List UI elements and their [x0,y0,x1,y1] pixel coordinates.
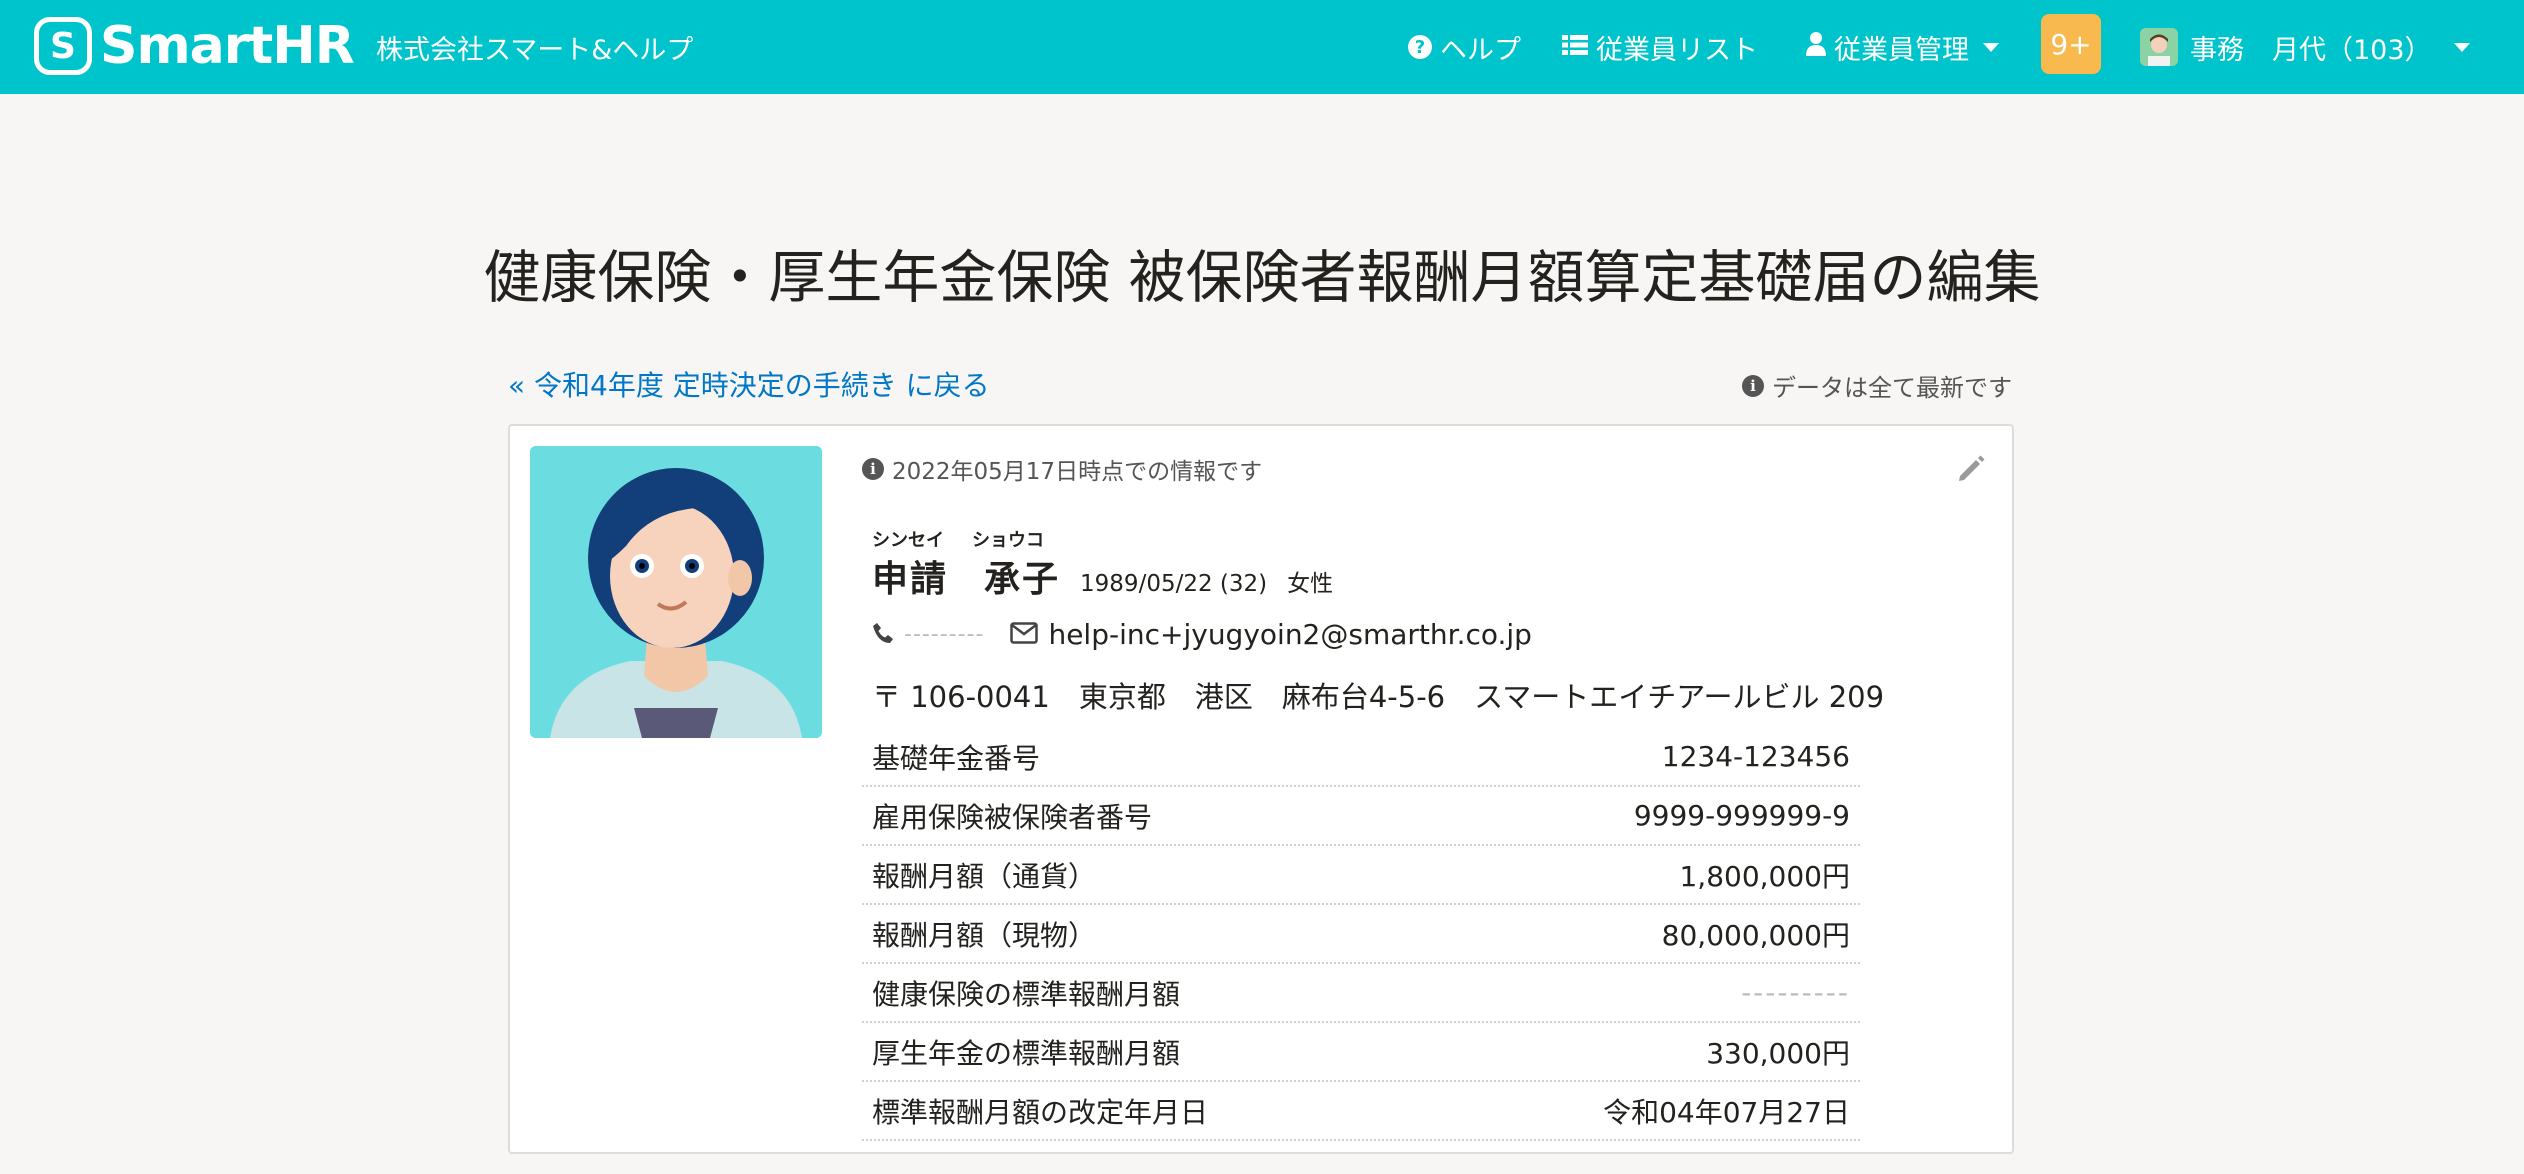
field-value: 令和04年07月27日 [1603,1095,1850,1129]
given-name-ruby: ショウコ [972,530,1044,551]
employee-list-label: 従業員リスト [1596,34,1758,66]
field-label: 標準報酬月額の改定年月日 [872,1095,1209,1129]
user-avatar [2140,28,2178,66]
field-value: 1234-123456 [1661,740,1850,773]
timestamp-text: 2022年05月17日時点での情報です [892,459,1263,485]
employee-admin-menu[interactable]: 従業員管理 [1806,0,1999,94]
top-navigation-bar: S SmartHR 株式会社スマート&ヘルプ ? ヘルプ 従業員リスト 従業員管… [0,0,2524,94]
info-icon: i [1742,374,1764,397]
user-menu[interactable]: 事務 月代（103） [2140,0,2470,94]
postal-address: 〒 106-0041 東京都 港区 麻布台4-5-6 スマートエイチアールビル … [872,680,1885,714]
field-label: 雇用保険被保険者番号 [872,800,1153,834]
employee-info-card: i 2022年05月17日時点での情報です シンセイ ショウコ 申請 承子 198… [508,424,2014,1154]
phone-icon [872,618,894,651]
field-row-basic-pension-number: 基礎年金番号 1234-123456 [862,728,1860,787]
field-label: 基礎年金番号 [872,741,1041,775]
logo-text: SmartHR [100,16,355,76]
family-name-ruby: シンセイ [872,530,944,551]
employee-name: 申請 承子 [872,550,1060,602]
phone-number: --------- [904,622,985,647]
user-name: 月代（103） [2272,34,2432,66]
question-circle-icon: ? [1408,35,1432,59]
edit-pencil-icon[interactable] [1956,454,1986,488]
user-role: 事務 [2190,34,2244,66]
field-row-employment-insurance-number: 雇用保険被保険者番号 9999-999999-9 [862,787,1860,846]
field-label: 報酬月額（現物） [872,918,1097,952]
chevron-down-icon [1983,42,1999,52]
employee-name-block: シンセイ ショウコ 申請 承子 1989/05/22 (32) 女性 [872,526,1333,602]
contact-row: --------- help-inc+jyugyoin2@smarthr.co.… [872,618,1532,651]
field-row-health-insurance-standard-pay: 健康保険の標準報酬月額 --------- [862,964,1860,1023]
field-label: 報酬月額（通貨） [872,859,1097,893]
given-name: 承子 [984,559,1061,600]
family-name: 申請 [872,559,949,600]
help-link[interactable]: ? ヘルプ [1408,0,1521,94]
logo-mark-icon: S [34,17,92,75]
page-title: 健康保険・厚生年金保険 被保険者報酬月額算定基礎届の編集 [483,245,2041,311]
employee-admin-label: 従業員管理 [1834,34,1969,66]
notifications-badge[interactable]: 9+ [2041,14,2101,74]
field-value: 9999-999999-9 [1633,799,1850,832]
field-row-monthly-pay-currency: 報酬月額（通貨） 1,800,000円 [862,846,1860,905]
field-label: 厚生年金の標準報酬月額 [872,1036,1181,1070]
field-label: 健康保険の標準報酬月額 [872,977,1181,1011]
gender: 女性 [1287,571,1334,597]
employee-photo [530,446,822,738]
chevron-down-icon [2453,42,2470,52]
help-label: ヘルプ [1440,34,1521,66]
company-name: 株式会社スマート&ヘルプ [376,35,694,66]
field-row-standard-pay-revision-date: 標準報酬月額の改定年月日 令和04年07月27日 [862,1082,1860,1141]
smarthr-logo[interactable]: S SmartHR [34,16,355,76]
data-status-note: i データは全て最新です [1742,368,2012,403]
user-icon [1806,31,1826,63]
timestamp-note: i 2022年05月17日時点での情報です [862,452,1262,486]
back-to-procedure-link[interactable]: « 令和4年度 定時決定の手続き に戻る [508,364,990,404]
birthday-age: 1989/05/22 (32) [1080,571,1268,597]
field-value: 1,800,000円 [1679,859,1850,893]
email-address: help-inc+jyugyoin2@smarthr.co.jp [1048,618,1532,651]
field-value: --------- [1741,976,1850,1009]
mail-icon [1010,618,1039,651]
field-row-monthly-pay-in-kind: 報酬月額（現物） 80,000,000円 [862,905,1860,964]
field-row-pension-standard-pay: 厚生年金の標準報酬月額 330,000円 [862,1023,1860,1082]
info-icon: i [862,458,884,480]
data-status-text: データは全て最新です [1772,374,2012,402]
field-value: 80,000,000円 [1661,918,1850,952]
field-value: 330,000円 [1706,1036,1850,1070]
employee-list-link[interactable]: 従業員リスト [1562,0,1758,94]
insurance-fields-list: 基礎年金番号 1234-123456 雇用保険被保険者番号 9999-99999… [862,728,1860,1141]
list-icon [1562,32,1588,63]
